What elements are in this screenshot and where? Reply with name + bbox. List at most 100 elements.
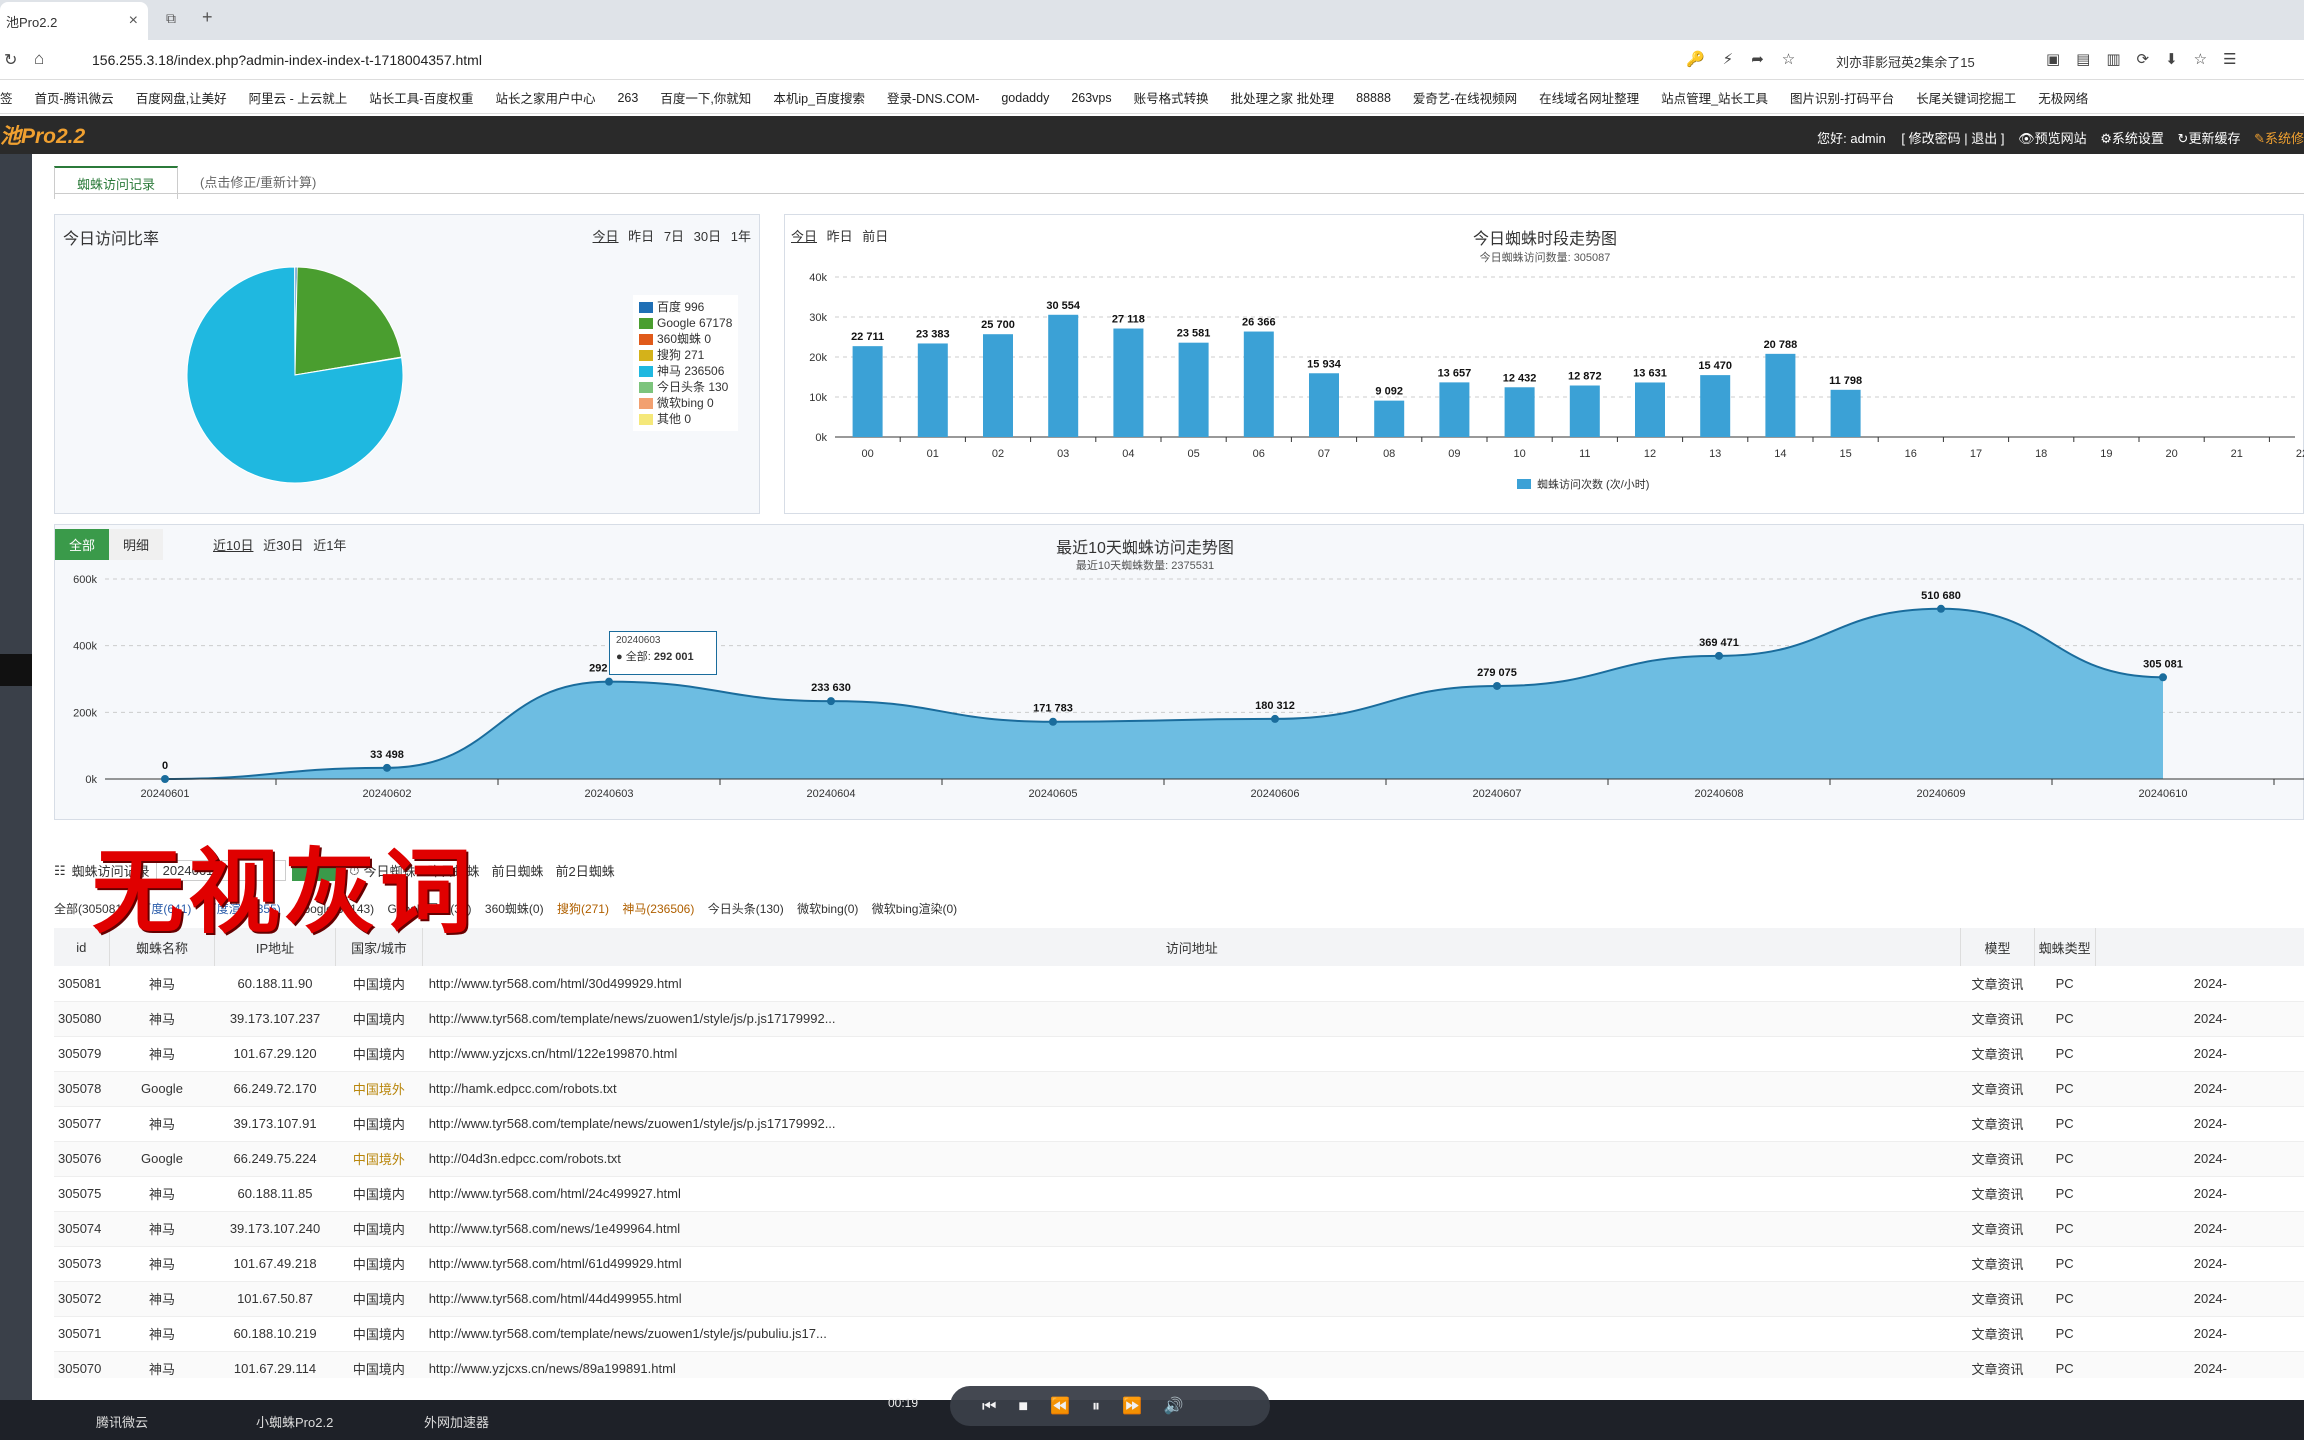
menu-preview[interactable]: 预览网站 xyxy=(2035,131,2087,146)
home-icon[interactable]: ⌂ xyxy=(34,49,44,69)
cell-url[interactable]: http://www.yzjcxs.cn/html/122e199870.htm… xyxy=(422,1036,1961,1072)
cell-url[interactable]: http://04d3n.edpcc.com/robots.txt xyxy=(422,1141,1961,1177)
cell-url[interactable]: http://hamk.edpcc.com/robots.txt xyxy=(422,1071,1961,1107)
bookmark-item[interactable]: 批处理之家 批处理 xyxy=(1231,88,1334,107)
table-row[interactable]: 305081 神马 60.188.11.90 中国境内 http://www.tyr56… xyxy=(54,966,2304,1002)
bookmark-item[interactable]: 站长之家用户中心 xyxy=(495,88,595,107)
table-row[interactable]: 305075 神马 60.188.11.85 中国境内 http://www.tyr56… xyxy=(54,1176,2304,1212)
reload-icon[interactable]: ↻ xyxy=(4,50,17,70)
bookmark-item[interactable]: 无极网络 xyxy=(2038,88,2088,107)
table-row[interactable]: 305078 Google 66.249.72.170 中国境外 http://hamk… xyxy=(54,1071,2304,1107)
close-icon[interactable]: × xyxy=(129,12,138,30)
range-today[interactable]: 今日 xyxy=(593,229,619,244)
list-icon: ☷ xyxy=(54,862,66,878)
range-yesterday[interactable]: 昨日 xyxy=(628,229,654,244)
url-input[interactable]: 156.255.3.18/index.php?admin-index-index… xyxy=(92,52,482,68)
spider-toutiao[interactable]: 今日头条(130) xyxy=(708,902,784,916)
table-row[interactable]: 305071 神马 60.188.10.219 中国境内 http://www.tyr5… xyxy=(54,1316,2304,1352)
point-data-label: 279 075 xyxy=(1477,667,1517,679)
bookmark-item[interactable]: 本机ip_百度搜索 xyxy=(773,88,865,107)
taskbar-item-weiyun[interactable]: 腾讯微云 xyxy=(96,1412,148,1431)
table-row[interactable]: 305076 Google 66.249.75.224 中国境外 http://04d3… xyxy=(54,1141,2304,1177)
bookmark-item[interactable]: 账号格式转换 xyxy=(1134,88,1209,107)
menu-settings[interactable]: 系统设置 xyxy=(2112,131,2164,146)
bookmark-item[interactable]: 图片识别-打码平台 xyxy=(1790,88,1894,107)
cell-url[interactable]: http://www.tyr568.com/html/61d499929.htm… xyxy=(422,1246,1961,1282)
cell-spider: 神马 xyxy=(109,1281,215,1317)
bookmark-item[interactable]: 站点管理_站长工具 xyxy=(1661,88,1768,107)
table-row[interactable]: 305074 神马 39.173.107.240 中国境内 http://www.tyr… xyxy=(54,1211,2304,1247)
bookmark-item[interactable]: 百度网盘,让美好 xyxy=(136,88,227,107)
bar xyxy=(1765,353,1796,437)
bar-data-label: 12 432 xyxy=(1503,372,1537,384)
menu-cache[interactable]: 更新缓存 xyxy=(2188,131,2240,146)
bar-data-label: 25 700 xyxy=(981,319,1015,331)
x-tick-label: 22 xyxy=(2296,448,2304,460)
range-30d[interactable]: 30日 xyxy=(694,229,721,244)
table-row[interactable]: 305073 神马 101.67.49.218 中国境内 http://www.tyr5… xyxy=(54,1246,2304,1282)
x-tick-label: 20240606 xyxy=(1251,788,1300,800)
bookmark-item[interactable]: 阿里云 - 上云就上 xyxy=(249,88,348,107)
bookmark-item[interactable]: 站长工具-百度权重 xyxy=(369,88,473,107)
sidebar-active-item[interactable] xyxy=(0,654,32,686)
bookmark-item[interactable]: 长尾关键词挖掘工 xyxy=(1916,88,2016,107)
taskbar-item-app[interactable]: 小蜘蛛Pro2.2 xyxy=(256,1412,333,1431)
bookmark-item[interactable]: 签 xyxy=(0,88,13,107)
cell-ip: 60.188.10.219 xyxy=(214,1316,336,1352)
cell-url[interactable]: http://www.tyr568.com/news/1e499964.html xyxy=(422,1211,1961,1247)
news-ticker[interactable]: 刘亦菲影冠英2集余了15 xyxy=(1836,52,2026,71)
tab-recalculate[interactable]: (点击修正/重新计算) xyxy=(178,166,338,199)
spider-bing-render[interactable]: 微软bing渲染(0) xyxy=(872,902,957,916)
cell-url[interactable]: http://www.tyr568.com/html/30d499929.htm… xyxy=(422,966,1961,1002)
spider-sogou[interactable]: 搜狗(271) xyxy=(557,902,609,916)
cell-url[interactable]: http://www.tyr568.com/html/24c499927.htm… xyxy=(422,1176,1961,1212)
bookmark-item[interactable]: godaddy xyxy=(1001,91,1049,105)
cell-region: 中国境内 xyxy=(335,1106,423,1142)
cell-url[interactable]: http://www.tyr568.com/template/news/zuow… xyxy=(422,1106,1961,1142)
table-row[interactable]: 305070 神马 101.67.29.114 中国境内 http://www.yzjc… xyxy=(54,1351,2304,1378)
range-7d[interactable]: 7日 xyxy=(664,229,684,244)
quick-prev2[interactable]: 前2日蜘蛛 xyxy=(555,861,614,880)
cell-url[interactable]: http://www.tyr568.com/template/news/zuow… xyxy=(422,1001,1961,1037)
range-1y[interactable]: 1年 xyxy=(731,229,751,244)
gear-icon: ⚙ xyxy=(2100,131,2112,146)
table-row[interactable]: 305080 神马 39.173.107.237 中国境内 http://www.tyr… xyxy=(54,1001,2304,1037)
cell-url[interactable]: http://www.tyr568.com/html/44d499955.htm… xyxy=(422,1281,1961,1317)
account-links[interactable]: [ 修改密码 | 退出 ] xyxy=(1901,131,2004,146)
cell-ip: 60.188.11.85 xyxy=(214,1176,336,1212)
cell-id: 305073 xyxy=(54,1246,109,1282)
bookmark-item[interactable]: 在线域名网址整理 xyxy=(1539,88,1639,107)
taskbar-item-vpn[interactable]: 外网加速器 xyxy=(424,1412,489,1431)
bookmark-item[interactable]: 首页-腾讯微云 xyxy=(35,88,114,107)
table-row[interactable]: 305072 神马 101.67.50.87 中国境内 http://www.tyr56… xyxy=(54,1281,2304,1317)
spider-360[interactable]: 360蜘蛛(0) xyxy=(485,902,544,916)
point-data-label: 0 xyxy=(162,760,168,772)
x-tick-label: 03 xyxy=(1057,448,1069,460)
cell-url[interactable]: http://www.tyr568.com/template/news/zuow… xyxy=(422,1316,1961,1352)
spider-shenma[interactable]: 神马(236506) xyxy=(622,902,694,916)
table-row[interactable]: 305077 神马 39.173.107.91 中国境内 http://www.tyr5… xyxy=(54,1106,2304,1142)
bookmark-item[interactable]: 263vps xyxy=(1071,91,1111,105)
tab-spider-records[interactable]: 蜘蛛访问记录 xyxy=(54,166,179,199)
address-bar-icons[interactable]: 🔑⚡➦☆ xyxy=(1686,50,1813,68)
bookmark-item[interactable]: 爱奇艺-在线视频网 xyxy=(1413,88,1517,107)
column-header[interactable]: 模型 xyxy=(1960,928,2035,966)
tab-switch-icon[interactable]: ⧉ xyxy=(166,10,176,27)
browser-tab[interactable]: 池Pro2.2 × xyxy=(0,2,148,40)
column-header[interactable]: 访问地址 xyxy=(422,928,1962,966)
x-tick-label: 11 xyxy=(1579,448,1590,460)
new-tab-icon[interactable]: + xyxy=(202,7,213,28)
menu-system[interactable]: 系统修 xyxy=(2265,131,2304,146)
media-buttons[interactable]: ⏮■⏪⏸⏩🔊 xyxy=(982,1396,1206,1416)
cell-url[interactable]: http://www.yzjcxs.cn/news/89a199891.html xyxy=(422,1351,1961,1378)
bookmark-item[interactable]: 登录-DNS.COM- xyxy=(887,88,979,107)
bookmark-item[interactable]: 263 xyxy=(617,91,638,105)
spider-bing[interactable]: 微软bing(0) xyxy=(797,902,858,916)
bookmark-item[interactable]: 百度一下,你就知 xyxy=(660,88,751,107)
bookmark-item[interactable]: 88888 xyxy=(1356,91,1391,105)
table-row[interactable]: 305079 神马 101.67.29.120 中国境内 http://www.yzjc… xyxy=(54,1036,2304,1072)
quick-prev[interactable]: 前日蜘蛛 xyxy=(491,861,543,880)
x-tick-label: 01 xyxy=(927,448,939,460)
toolbar-icons[interactable]: ▣▤▥⟳⬇☆☰ xyxy=(2046,50,2253,68)
column-header[interactable]: 蜘蛛类型 xyxy=(2034,928,2096,966)
